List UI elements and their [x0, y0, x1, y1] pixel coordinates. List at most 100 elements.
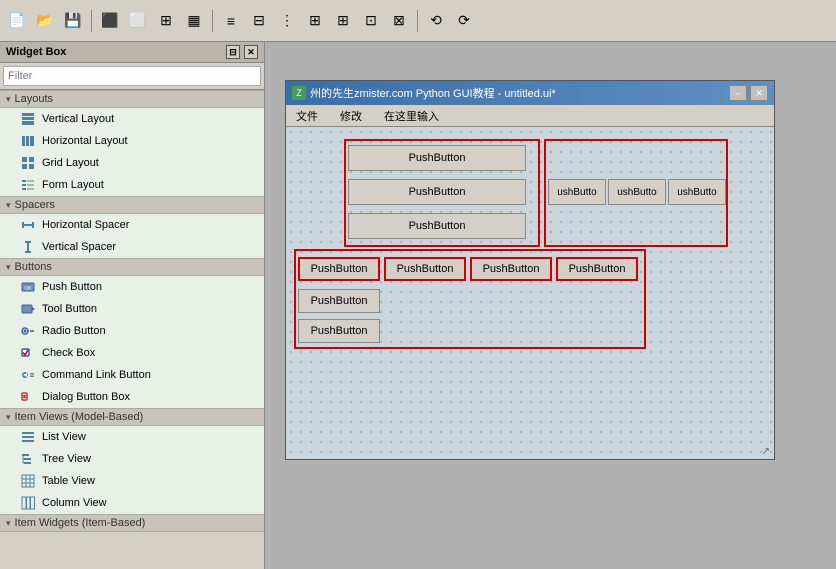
toolbar-btn-2[interactable]: ⬜ [125, 8, 151, 34]
toolbar-btn-8[interactable]: ⊞ [302, 8, 328, 34]
toolbar-btn-11[interactable]: ⊠ [386, 8, 412, 34]
toolbar: 📄 📂 💾 ⬛ ⬜ ⊞ ▦ ≡ ⊟ ⋮ ⊞ ⊞ ⊡ ⊠ ⟲ ⟳ [0, 0, 836, 42]
toolbar-btn-1[interactable]: ⬛ [97, 8, 123, 34]
menu-file[interactable]: 文件 [290, 106, 324, 126]
canvas-pushbutton-row2-4[interactable]: PushButton [556, 257, 638, 281]
designer-titlebar: Z 州的先生zmister.com Python GUI教程 - untitle… [286, 81, 774, 105]
toolbar-sep-1 [91, 10, 92, 32]
widget-item-tool-button[interactable]: Tool Button [0, 298, 264, 320]
widget-item-vertical-layout[interactable]: Vertical Layout [0, 108, 264, 130]
vertical-spacer-icon [20, 239, 36, 255]
widget-item-list-view[interactable]: List View [0, 426, 264, 448]
widget-item-grid-layout[interactable]: Grid Layout [0, 152, 264, 174]
widget-item-horizontal-spacer[interactable]: Horizontal Spacer [0, 214, 264, 236]
canvas-pushbutton-row2-3[interactable]: PushButton [470, 257, 552, 281]
buttons-arrow: ▾ [6, 262, 11, 273]
new-button[interactable]: 📄 [4, 8, 30, 34]
widget-box-close-icon[interactable]: ✕ [244, 45, 258, 59]
search-box [0, 63, 264, 90]
toolbar-btn-12[interactable]: ⟲ [423, 8, 449, 34]
designer-menubar: 文件 修改 在这里输入 [286, 105, 774, 127]
widget-item-tree-view[interactable]: Tree View [0, 448, 264, 470]
buttons-label: Buttons [15, 261, 52, 273]
spacers-arrow: ▾ [6, 200, 11, 211]
section-buttons[interactable]: ▾ Buttons [0, 258, 264, 276]
table-view-label: Table View [42, 475, 95, 487]
menu-edit[interactable]: 修改 [334, 106, 368, 126]
menu-here[interactable]: 在这里输入 [378, 106, 445, 126]
section-item-views[interactable]: ▾ Item Views (Model-Based) [0, 408, 264, 426]
designer-close-button[interactable]: ✕ [750, 85, 768, 101]
widget-item-push-button[interactable]: OK Push Button [0, 276, 264, 298]
widget-item-check-box[interactable]: Check Box [0, 342, 264, 364]
toolbar-btn-7[interactable]: ⋮ [274, 8, 300, 34]
canvas-pushbutton-1[interactable]: PushButton [348, 145, 526, 171]
toolbar-btn-13[interactable]: ⟳ [451, 8, 477, 34]
toolbar-btn-6[interactable]: ⊟ [246, 8, 272, 34]
canvas-pushbutton-right-2[interactable]: ushButto [608, 179, 666, 205]
push-button-icon: OK [20, 279, 36, 295]
check-box-label: Check Box [42, 347, 95, 359]
section-layouts[interactable]: ▾ Layouts [0, 90, 264, 108]
radio-button-icon [20, 323, 36, 339]
widget-box-undock-icon[interactable]: ⊟ [226, 45, 240, 59]
list-view-label: List View [42, 431, 86, 443]
save-button[interactable]: 💾 [60, 8, 86, 34]
section-spacers[interactable]: ▾ Spacers [0, 196, 264, 214]
designer-app-icon: Z [292, 86, 306, 100]
widget-item-command-link-button[interactable]: Command Link Button [0, 364, 264, 386]
item-views-label: Item Views (Model-Based) [15, 411, 144, 423]
widget-box-header: Widget Box ⊟ ✕ [0, 42, 264, 63]
tool-button-icon [20, 301, 36, 317]
widget-box: Widget Box ⊟ ✕ ▾ Layouts Vertical Layout [0, 42, 265, 569]
filter-input[interactable] [3, 66, 261, 86]
section-item-widgets[interactable]: ▾ Item Widgets (Item-Based) [0, 514, 264, 532]
toolbar-btn-10[interactable]: ⊡ [358, 8, 384, 34]
canvas-pushbutton-standalone-2[interactable]: PushButton [298, 319, 380, 343]
canvas-pushbutton-row2-2[interactable]: PushButton [384, 257, 466, 281]
list-view-icon [20, 429, 36, 445]
table-view-icon [20, 473, 36, 489]
grid-layout-label: Grid Layout [42, 157, 99, 169]
widget-item-vertical-spacer[interactable]: Vertical Spacer [0, 236, 264, 258]
open-button[interactable]: 📂 [32, 8, 58, 34]
widget-item-radio-button[interactable]: Radio Button [0, 320, 264, 342]
widget-item-horizontal-layout[interactable]: Horizontal Layout [0, 130, 264, 152]
widget-box-title: Widget Box [6, 46, 66, 58]
designer-titlebar-buttons: – ✕ [729, 85, 768, 101]
canvas-pushbutton-standalone-1[interactable]: PushButton [298, 289, 380, 313]
widget-item-form-layout[interactable]: Form Layout [0, 174, 264, 196]
canvas-pushbutton-2[interactable]: PushButton [348, 179, 526, 205]
form-layout-label: Form Layout [42, 179, 104, 191]
toolbar-btn-5[interactable]: ≡ [218, 8, 244, 34]
vertical-layout-icon [20, 111, 36, 127]
toolbar-btn-3[interactable]: ⊞ [153, 8, 179, 34]
toolbar-btn-4[interactable]: ▦ [181, 8, 207, 34]
toolbar-btn-9[interactable]: ⊞ [330, 8, 356, 34]
command-link-button-icon [20, 367, 36, 383]
item-views-arrow: ▾ [6, 412, 11, 423]
horizontal-layout-icon [20, 133, 36, 149]
designer-titlebar-title: Z 州的先生zmister.com Python GUI教程 - untitle… [292, 85, 556, 101]
canvas-pushbutton-right-3[interactable]: ushButto [668, 179, 726, 205]
widget-item-dialog-button-box[interactable]: Dialog Button Box [0, 386, 264, 408]
designer-minimize-button[interactable]: – [729, 85, 747, 101]
tool-button-label: Tool Button [42, 303, 97, 315]
designer-window: Z 州的先生zmister.com Python GUI教程 - untitle… [285, 80, 775, 460]
command-link-button-label: Command Link Button [42, 369, 151, 381]
column-view-icon [20, 495, 36, 511]
horizontal-spacer-label: Horizontal Spacer [42, 219, 129, 231]
tree-view-icon [20, 451, 36, 467]
canvas-pushbutton-right-1[interactable]: ushButto [548, 179, 606, 205]
designer-canvas[interactable]: PushButton PushButton PushButton ushButt… [286, 127, 774, 459]
widget-item-table-view[interactable]: Table View [0, 470, 264, 492]
widget-item-column-view[interactable]: Column View [0, 492, 264, 514]
canvas-pushbutton-row2-1[interactable]: PushButton [298, 257, 380, 281]
canvas-resize-handle[interactable]: ↗ [762, 446, 770, 457]
canvas-pushbutton-3[interactable]: PushButton [348, 213, 526, 239]
toolbar-sep-2 [212, 10, 213, 32]
push-button-label: Push Button [42, 281, 102, 293]
horizontal-spacer-icon [20, 217, 36, 233]
designer-title-text: 州的先生zmister.com Python GUI教程 - untitled.… [310, 85, 556, 101]
widget-list: ▾ Layouts Vertical Layout Horizontal Lay… [0, 90, 264, 569]
